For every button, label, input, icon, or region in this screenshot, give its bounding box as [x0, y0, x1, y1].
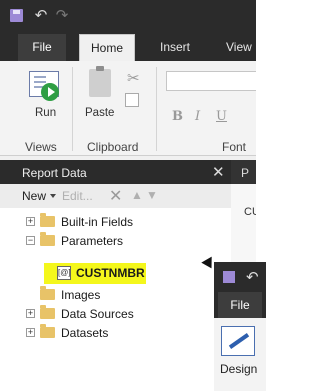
- second-window: ↶ File Design: [214, 262, 266, 391]
- tree-item-label: Datasets: [61, 326, 109, 340]
- undo-icon[interactable]: ↶: [246, 268, 259, 286]
- tab-file[interactable]: File: [218, 292, 262, 318]
- paste-button[interactable]: Paste: [85, 107, 114, 119]
- undo-icon[interactable]: ↶: [33, 8, 49, 24]
- report-data-tree-lower: Images + Data Sources + Datasets: [0, 286, 231, 386]
- design-button[interactable]: Design: [220, 362, 257, 376]
- tab-file[interactable]: File: [18, 34, 66, 61]
- group-divider: [72, 67, 73, 151]
- properties-pane-text: CUS: [244, 206, 256, 218]
- tree-item-built-in-fields[interactable]: + Built-in Fields: [0, 213, 230, 231]
- tab-home[interactable]: Home: [79, 34, 135, 61]
- folder-icon: [40, 324, 55, 338]
- collapse-icon[interactable]: −: [26, 236, 35, 245]
- title-bar: ↶ ↷: [0, 0, 256, 34]
- group-divider: [156, 67, 157, 151]
- run-button[interactable]: Run: [35, 107, 56, 119]
- expand-icon[interactable]: +: [26, 309, 35, 318]
- folder-icon: [40, 232, 55, 246]
- group-label-views: Views: [25, 140, 57, 154]
- design-icon[interactable]: [221, 326, 255, 356]
- second-window-title-bar: ↶: [214, 262, 266, 292]
- expand-icon[interactable]: +: [26, 328, 35, 337]
- move-down-icon[interactable]: ▼: [146, 188, 158, 202]
- move-up-icon[interactable]: ▲: [131, 188, 143, 202]
- cut-icon[interactable]: ✂: [127, 69, 140, 87]
- second-window-ribbon: Design: [214, 318, 266, 391]
- properties-pane-title: P: [241, 166, 250, 180]
- tree-item-label: Images: [61, 288, 101, 302]
- second-window-tabs: File: [214, 292, 266, 318]
- parameter-custnmbr[interactable]: CUSTNMBR: [76, 266, 145, 280]
- redo-icon[interactable]: ↷: [54, 8, 70, 24]
- italic-button[interactable]: I: [195, 109, 200, 124]
- font-name-combobox[interactable]: [166, 71, 256, 91]
- tree-item-label: Data Sources: [61, 307, 134, 321]
- tab-view[interactable]: View: [226, 34, 256, 61]
- paste-icon[interactable]: [89, 66, 111, 97]
- ribbon-tabs: File Home Insert View: [0, 34, 256, 61]
- pane-header: Report Data ✕: [0, 160, 256, 184]
- tree-item-label: Built-in Fields: [61, 215, 134, 229]
- folder-icon: [40, 213, 55, 227]
- tree-item-parameters[interactable]: − Parameters: [0, 232, 230, 250]
- folder-icon: [40, 286, 55, 300]
- parameter-icon: [@]: [57, 266, 71, 280]
- edit-button[interactable]: Edit...: [62, 189, 93, 203]
- pane-title: Report Data: [22, 166, 87, 180]
- tree-item-label: Parameters: [61, 234, 124, 248]
- bold-button[interactable]: B: [172, 109, 183, 124]
- underline-button[interactable]: U: [216, 109, 227, 124]
- delete-icon[interactable]: ✕: [109, 186, 122, 206]
- group-label-clipboard: Clipboard: [87, 140, 139, 154]
- folder-icon: [40, 305, 55, 319]
- chevron-down-icon[interactable]: [50, 194, 56, 198]
- tree-item-datasets[interactable]: + Datasets: [0, 324, 230, 342]
- save-icon[interactable]: [9, 8, 25, 24]
- copy-icon[interactable]: [125, 93, 139, 107]
- new-button[interactable]: New: [22, 189, 46, 203]
- play-icon[interactable]: [41, 83, 59, 101]
- pane-toolbar: New Edit... ✕ ▲ ▼: [0, 184, 231, 209]
- close-icon[interactable]: ✕: [212, 163, 225, 181]
- save-icon[interactable]: [223, 271, 235, 283]
- tree-item-images[interactable]: Images: [0, 286, 230, 304]
- group-label-font: Font: [222, 140, 247, 154]
- expand-icon[interactable]: +: [26, 217, 35, 226]
- ribbon: Run Views Paste ✂ Clipboard B I U Font: [0, 61, 256, 156]
- tab-insert[interactable]: Insert: [150, 34, 200, 61]
- tree-item-data-sources[interactable]: + Data Sources: [0, 305, 230, 323]
